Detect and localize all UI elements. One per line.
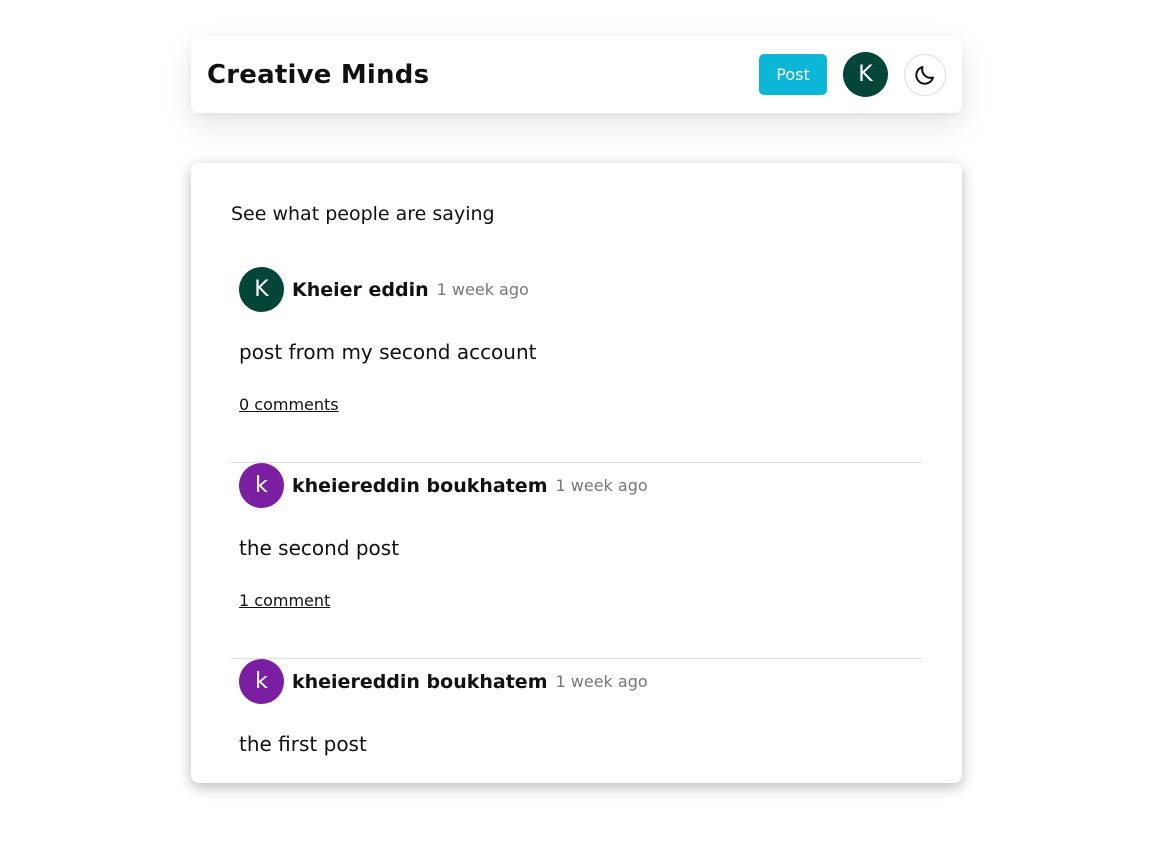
author-name[interactable]: kheiereddin boukhatem bbox=[292, 475, 548, 497]
post-item: k kheiereddin boukhatem 1 week ago the f… bbox=[231, 659, 922, 855]
post-header: k kheiereddin boukhatem 1 week ago bbox=[239, 463, 648, 508]
moon-icon bbox=[915, 65, 934, 85]
author-avatar[interactable]: k bbox=[239, 463, 284, 508]
post-content: the first post bbox=[239, 732, 367, 756]
post-timestamp: 1 week ago bbox=[555, 672, 648, 691]
navbar-actions: Post K bbox=[759, 52, 946, 97]
post-timestamp: 1 week ago bbox=[555, 476, 648, 495]
post-timestamp: 1 week ago bbox=[436, 280, 529, 299]
author-avatar[interactable]: K bbox=[239, 267, 284, 312]
post-item: k kheiereddin boukhatem 1 week ago the s… bbox=[231, 463, 922, 659]
user-avatar[interactable]: K bbox=[843, 52, 888, 97]
post-header: k kheiereddin boukhatem 1 week ago bbox=[239, 659, 648, 704]
post-button[interactable]: Post bbox=[759, 54, 827, 95]
comments-link[interactable]: 1 comment bbox=[239, 591, 330, 610]
feed-card: See what people are saying K Kheier eddi… bbox=[191, 163, 962, 783]
post-item: K Kheier eddin 1 week ago post from my s… bbox=[231, 267, 922, 463]
author-name[interactable]: kheiereddin boukhatem bbox=[292, 671, 548, 693]
author-avatar[interactable]: k bbox=[239, 659, 284, 704]
brand-title[interactable]: Creative Minds bbox=[207, 60, 429, 90]
post-content: post from my second account bbox=[239, 340, 537, 364]
top-navbar: Creative Minds Post K bbox=[191, 36, 962, 113]
comments-link[interactable]: 0 comments bbox=[239, 395, 339, 414]
author-name[interactable]: Kheier eddin bbox=[292, 279, 429, 301]
post-content: the second post bbox=[239, 536, 400, 560]
post-header: K Kheier eddin 1 week ago bbox=[239, 267, 529, 312]
feed-title: See what people are saying bbox=[231, 203, 495, 225]
theme-toggle-button[interactable] bbox=[904, 53, 946, 96]
